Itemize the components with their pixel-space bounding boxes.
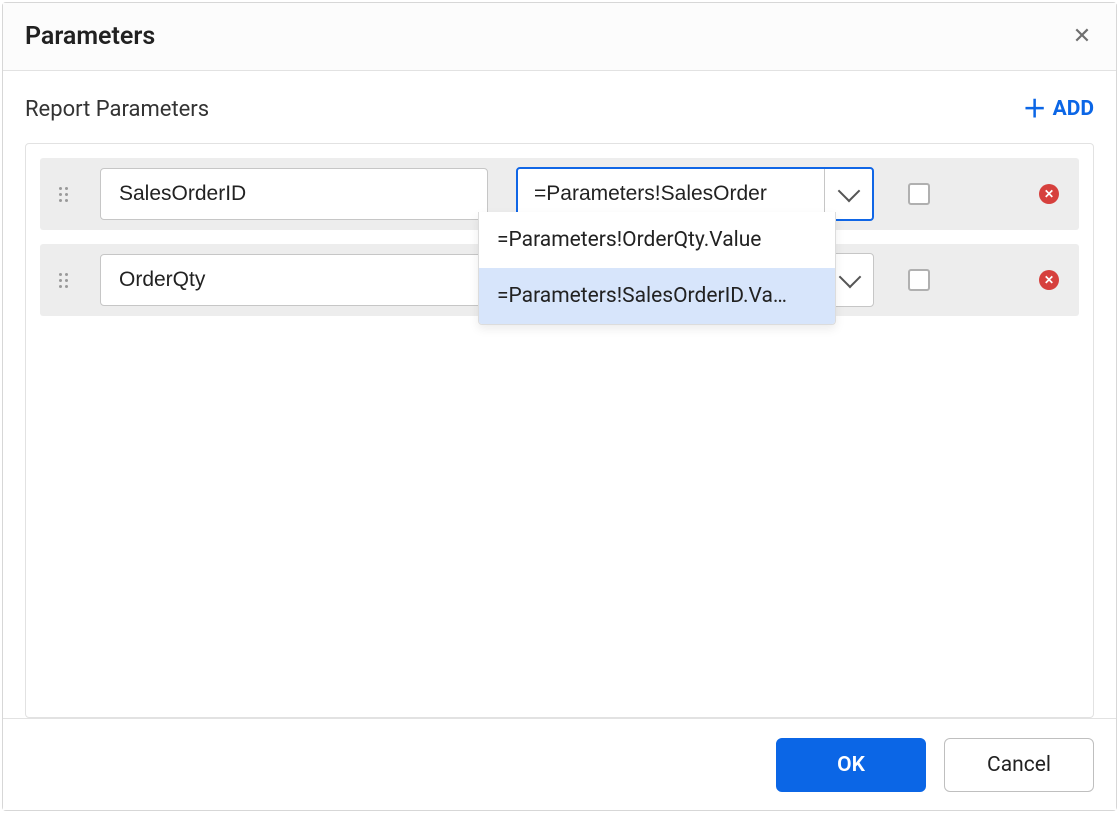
add-label: ADD <box>1053 97 1094 121</box>
drag-handle-icon[interactable] <box>54 273 72 288</box>
ok-button[interactable]: OK <box>776 738 926 792</box>
section-header: Report Parameters ＋ ADD <box>25 89 1094 129</box>
parameters-grid: =Parameters!OrderQty.Value =Parameters!S… <box>25 143 1094 718</box>
dropdown-option[interactable]: =Parameters!SalesOrderID.Va… <box>479 268 835 324</box>
plus-icon: ＋ <box>1023 97 1047 121</box>
delete-row-button[interactable] <box>1039 270 1059 290</box>
parameters-dialog: Parameters ✕ Report Parameters ＋ ADD <box>2 2 1117 811</box>
close-button[interactable]: ✕ <box>1070 25 1094 49</box>
dialog-header: Parameters ✕ <box>3 3 1116 71</box>
parameter-name-input[interactable] <box>100 168 488 220</box>
section-title: Report Parameters <box>25 97 209 122</box>
delete-row-button[interactable] <box>1039 184 1059 204</box>
combobox-dropdown: =Parameters!OrderQty.Value =Parameters!S… <box>478 212 836 325</box>
close-icon: ✕ <box>1073 24 1091 49</box>
chevron-down-icon <box>837 180 860 203</box>
dialog-footer: OK Cancel <box>3 718 1116 810</box>
dialog-title: Parameters <box>25 22 155 51</box>
parameter-name-input[interactable] <box>100 254 488 306</box>
parameter-checkbox[interactable] <box>908 269 930 291</box>
dialog-body: Report Parameters ＋ ADD <box>3 71 1116 718</box>
drag-handle-icon[interactable] <box>54 187 72 202</box>
dropdown-option[interactable]: =Parameters!OrderQty.Value <box>479 212 835 268</box>
parameter-checkbox[interactable] <box>908 183 930 205</box>
add-button[interactable]: ＋ ADD <box>1023 97 1094 121</box>
cancel-button[interactable]: Cancel <box>944 738 1094 792</box>
chevron-down-icon <box>838 266 861 289</box>
